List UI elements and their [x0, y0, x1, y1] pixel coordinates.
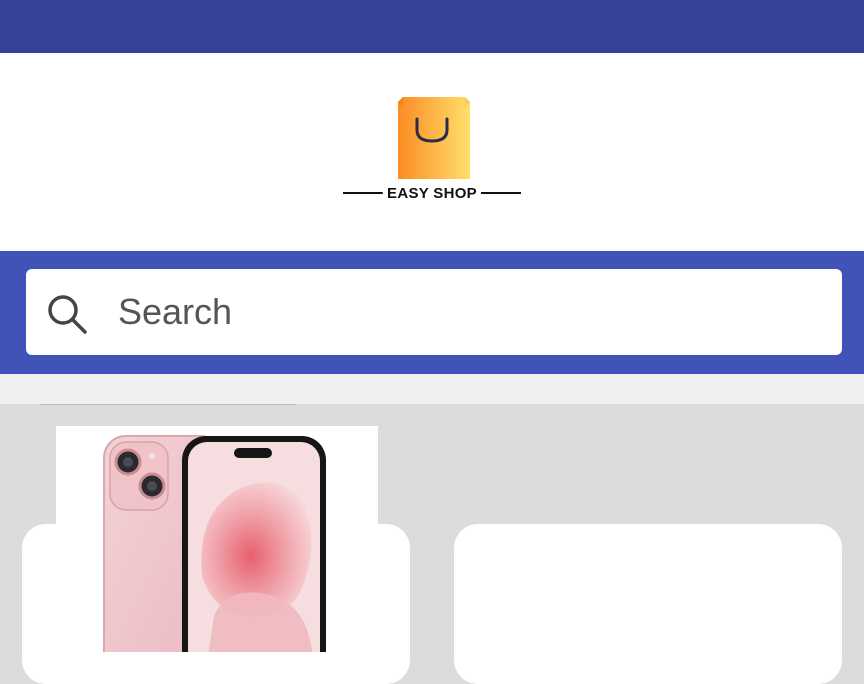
category-strip	[0, 374, 864, 404]
search-input[interactable]	[118, 287, 818, 337]
search-bar-container	[0, 251, 864, 374]
phone-illustration	[103, 435, 326, 652]
shopping-bag-icon	[398, 97, 470, 179]
logo-text: EASY SHOP	[387, 184, 477, 202]
status-bar	[0, 0, 864, 53]
logo-line-left	[343, 192, 384, 194]
logo-wordmark: EASY SHOP	[337, 183, 527, 203]
divider	[40, 404, 296, 405]
product-grid	[0, 404, 864, 684]
product-card[interactable]	[454, 524, 842, 684]
pink-phone-image[interactable]	[56, 426, 378, 652]
search-box[interactable]	[26, 269, 842, 355]
easy-shop-logo[interactable]: EASY SHOP	[337, 95, 527, 205]
logo-line-right	[480, 192, 521, 194]
search-icon[interactable]	[46, 293, 88, 335]
